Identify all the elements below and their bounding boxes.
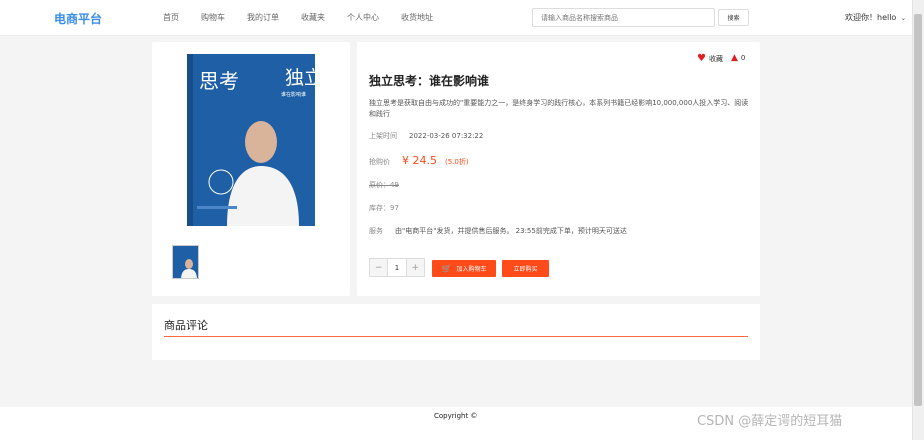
discount-value: (5.0折) xyxy=(445,158,469,166)
nav-cart[interactable]: 购物车 xyxy=(201,12,225,23)
service-row: 服务 由"电商平台"发货，并提供售后服务。 23:55前完成下单，预计明天可送达 xyxy=(369,226,627,236)
book-cover-image: 思考 独立 谁在影响谁 xyxy=(187,54,315,226)
cart-icon: 🛒 xyxy=(441,264,452,273)
favorite-button[interactable]: ♥ 收藏 xyxy=(697,53,723,64)
listed-label: 上架时间 xyxy=(369,132,397,140)
original-price: 原价：49 xyxy=(369,181,399,189)
cover-title-2: 思考 xyxy=(199,69,239,93)
comments-section: 商品评论 xyxy=(152,304,760,360)
service-label: 服务 xyxy=(369,227,383,235)
product-thumbnail[interactable] xyxy=(172,245,199,279)
like-count: 0 xyxy=(740,54,746,62)
increment-button[interactable]: + xyxy=(406,259,424,276)
heart-icon: ♥ xyxy=(697,53,706,64)
search-button[interactable]: 搜索 xyxy=(718,9,749,26)
buy-now-button[interactable]: 立即购买 xyxy=(502,260,549,277)
service-value: 由"电商平台"发货，并提供售后服务。 23:55前完成下单，预计明天可送达 xyxy=(395,227,627,235)
price-row: 抢购价 ¥ 24.5 (5.0折) xyxy=(369,154,469,167)
copyright-text: Copyright © xyxy=(434,412,478,420)
watermark-text: CSDN @薛定谔的短耳猫 xyxy=(697,414,843,429)
scrollbar-thumb[interactable] xyxy=(914,14,922,406)
nav-profile[interactable]: 个人中心 xyxy=(347,12,379,23)
product-image-panel: 思考 独立 谁在影响谁 xyxy=(152,42,350,296)
quantity-value[interactable]: 1 xyxy=(387,259,407,276)
thumbnail-image xyxy=(173,246,198,278)
comments-heading: 商品评论 xyxy=(164,319,208,332)
listed-value: 2022-03-26 07:32:22 xyxy=(409,132,484,140)
main-nav: 首页 购物车 我的订单 收藏夹 个人中心 收货地址 xyxy=(163,12,455,23)
price-value: ¥ 24.5 xyxy=(402,154,437,167)
search-input[interactable] xyxy=(532,8,715,27)
product-info-panel: ♥ 收藏 ▲ 0 独立思考：谁在影响谁 独立思考是获取自由与成功的"重要能力之一… xyxy=(357,42,760,296)
comments-divider xyxy=(164,336,748,337)
listed-time-row: 上架时间 2022-03-26 07:32:22 xyxy=(369,131,483,141)
page-scrollbar[interactable] xyxy=(912,0,924,440)
product-title: 独立思考：谁在影响谁 xyxy=(369,74,490,88)
user-menu[interactable]: 欢迎你！hello ⌄ xyxy=(845,12,906,23)
chevron-down-icon: ⌄ xyxy=(900,13,907,22)
add-to-cart-button[interactable]: 🛒 加入购物车 xyxy=(432,260,496,277)
nav-home[interactable]: 首页 xyxy=(163,12,179,23)
thumbs-up-icon: ▲ xyxy=(731,53,738,63)
product-description: 独立思考是获取自由与成功的"重要能力之一，是终身学习的践行核心，本系列书籍已经影… xyxy=(369,99,749,118)
favorite-label: 收藏 xyxy=(708,54,723,63)
nav-orders[interactable]: 我的订单 xyxy=(247,12,279,23)
cover-subtitle: 谁在影响谁 xyxy=(281,91,306,98)
cover-title-1: 独立 xyxy=(285,67,315,89)
price-label: 抢购价 xyxy=(369,158,390,166)
decrement-button[interactable]: − xyxy=(370,259,388,276)
stock-row: 库存：97 xyxy=(369,203,399,213)
add-to-cart-label: 加入购物车 xyxy=(456,266,487,273)
nav-favorites[interactable]: 收藏夹 xyxy=(301,12,325,23)
stock-value: 库存：97 xyxy=(369,204,399,212)
site-logo[interactable]: 电商平台 xyxy=(54,10,102,27)
quantity-stepper[interactable]: − 1 + xyxy=(369,258,425,277)
welcome-text: 欢迎你！hello xyxy=(845,13,897,22)
like-button[interactable]: ▲ 0 xyxy=(731,53,745,63)
original-price-row: 原价：49 xyxy=(369,180,399,190)
nav-address[interactable]: 收货地址 xyxy=(401,12,433,23)
top-header: 电商平台 首页 购物车 我的订单 收藏夹 个人中心 收货地址 搜索 欢迎你！he… xyxy=(0,0,912,36)
